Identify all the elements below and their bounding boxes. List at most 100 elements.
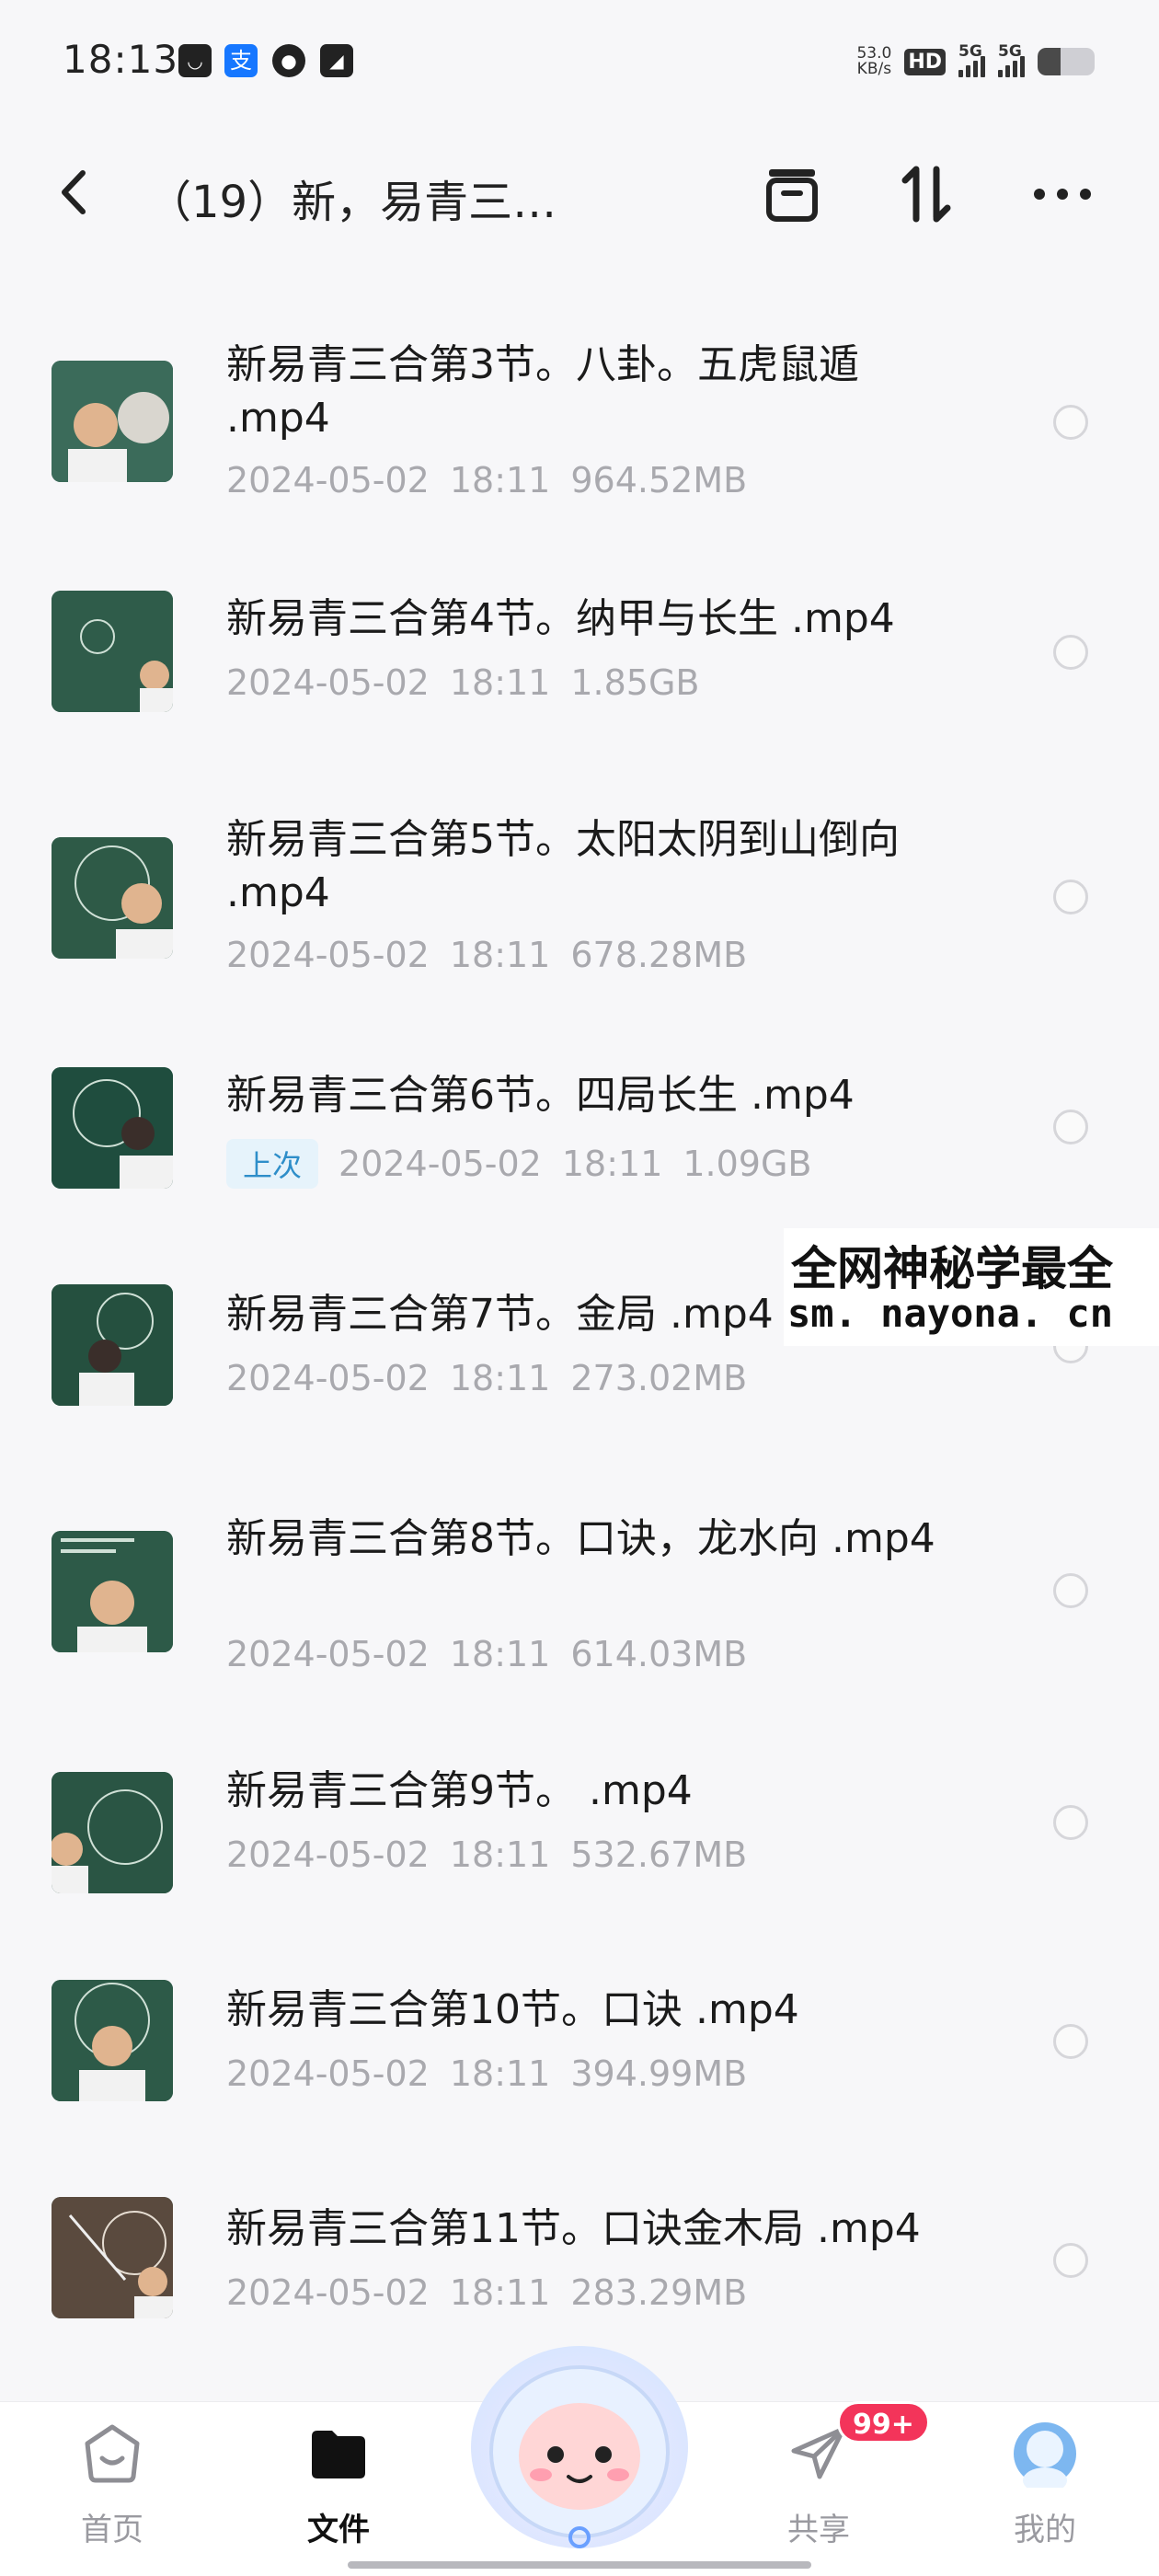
file-size: 614.03MB	[570, 1634, 748, 1674]
file-size: 394.99MB	[570, 2053, 748, 2094]
file-time: 18:11	[449, 662, 551, 703]
select-radio[interactable]	[1053, 880, 1088, 914]
file-size: 964.52MB	[570, 460, 748, 500]
file-name: 新易青三合第6节。四局长生 .mp4	[226, 1072, 855, 1119]
file-name: 新易青三合第4节。纳甲与长生 .mp4	[226, 595, 895, 642]
select-radio[interactable]	[1053, 635, 1088, 670]
nav-label-share: 共享	[787, 2512, 850, 2548]
file-name: 新易青三合第9节。 .mp4	[226, 1767, 693, 1814]
sim2-network-label: 5G	[998, 42, 1022, 61]
file-meta: 上次 2024-05-02 18:11 1.09GB	[226, 1139, 812, 1189]
nav-item-files[interactable]: 文件	[256, 2420, 421, 2558]
file-meta: 2024-05-02 18:11 1.85GB	[226, 662, 699, 703]
file-size: 273.02MB	[570, 1358, 748, 1398]
notification-app-icon: ◡	[178, 44, 212, 77]
video-thumbnail	[52, 1284, 173, 1406]
file-size: 1.85GB	[570, 662, 700, 703]
watermark-title: 全网神秘学最全	[791, 1242, 1113, 1295]
file-name: 新易青三合第5节。太阳太阴到山倒向 .mp4	[226, 816, 900, 916]
nav-label-files: 文件	[307, 2512, 370, 2548]
mascot-icon	[471, 2346, 688, 2548]
file-meta: 2024-05-02 18:11 394.99MB	[226, 2053, 747, 2094]
archive-icon	[766, 169, 818, 222]
more-button[interactable]	[1030, 162, 1095, 226]
file-date: 2024-05-02	[226, 2272, 430, 2313]
nav-item-home[interactable]: 首页	[29, 2420, 195, 2558]
sort-icon	[901, 166, 951, 223]
last-watched-badge: 上次	[226, 1139, 319, 1189]
file-meta: 2024-05-02 18:11 273.02MB	[226, 1358, 747, 1398]
video-thumbnail	[52, 361, 173, 482]
net-speed: 53.0 KB/s	[856, 46, 891, 77]
alipay-icon: 支	[224, 44, 258, 77]
status-bar: 18:13 ◡ 支 ● ◢ 53.0 KB/s HD 5G 5G	[0, 0, 1159, 120]
file-date: 2024-05-02	[226, 935, 430, 975]
file-time: 18:11	[449, 2053, 551, 2094]
watermark-url: sm. nayona. cn	[787, 1291, 1114, 1336]
select-radio[interactable]	[1053, 405, 1088, 440]
file-meta: 2024-05-02 18:11 964.52MB	[226, 460, 747, 500]
file-time: 18:11	[449, 1358, 551, 1398]
file-name: 新易青三合第3节。八卦。五虎鼠遁 .mp4	[226, 341, 859, 442]
video-thumbnail	[52, 1067, 173, 1189]
file-size: 532.67MB	[570, 1834, 748, 1875]
status-indicators: 53.0 KB/s HD 5G 5G	[856, 40, 1095, 83]
video-thumbnail	[52, 591, 173, 712]
file-meta: 2024-05-02 18:11 283.29MB	[226, 2272, 747, 2313]
home-icon	[85, 2424, 140, 2483]
signal-icon-sim1: 5G	[958, 42, 985, 77]
file-time: 18:11	[449, 1834, 551, 1875]
file-time: 18:11	[449, 2272, 551, 2313]
file-date: 2024-05-02	[226, 460, 430, 500]
video-thumbnail	[52, 1772, 173, 1893]
video-thumbnail	[52, 837, 173, 959]
nav-label-home: 首页	[81, 2512, 143, 2548]
profile-icon	[1014, 2422, 1076, 2488]
file-size: 678.28MB	[570, 935, 748, 975]
file-date: 2024-05-02	[339, 1144, 542, 1184]
file-name: 新易青三合第10节。口诀 .mp4	[226, 1986, 799, 2033]
page-title: （19）新，易青三…	[147, 177, 557, 228]
battery-level	[1038, 48, 1061, 75]
select-radio[interactable]	[1053, 1573, 1088, 1608]
select-radio[interactable]	[1053, 2243, 1088, 2278]
back-arrow-icon	[62, 170, 86, 214]
file-date: 2024-05-02	[226, 1358, 430, 1398]
battery-icon	[1038, 48, 1095, 75]
file-time: 18:11	[561, 1144, 663, 1184]
archive-button[interactable]	[760, 162, 824, 226]
file-time: 18:11	[449, 460, 551, 500]
notification-badge: 99+	[837, 2401, 930, 2444]
file-name: 新易青三合第11节。口诀金木局 .mp4	[226, 2205, 921, 2252]
video-thumbnail	[52, 2197, 173, 2318]
file-time: 18:11	[449, 935, 551, 975]
hd-icon: HD	[904, 48, 946, 75]
file-meta: 2024-05-02 18:11 614.03MB	[226, 1634, 747, 1674]
more-icon	[1034, 189, 1091, 200]
message-app-icon: ◢	[320, 44, 353, 77]
assistant-mascot-button[interactable]	[460, 2337, 699, 2567]
file-size: 283.29MB	[570, 2272, 748, 2313]
sim1-network-label: 5G	[958, 42, 982, 61]
back-button[interactable]	[52, 164, 99, 221]
watermark-overlay: 全网神秘学最全 sm. nayona. cn	[784, 1228, 1159, 1346]
file-meta: 2024-05-02 18:11 678.28MB	[226, 935, 747, 975]
nav-item-profile[interactable]: 我的	[962, 2420, 1128, 2558]
file-size: 1.09GB	[683, 1144, 812, 1184]
file-meta: 2024-05-02 18:11 532.67MB	[226, 1834, 747, 1875]
net-speed-unit: KB/s	[856, 60, 892, 78]
file-date: 2024-05-02	[226, 662, 430, 703]
folder-icon	[312, 2431, 365, 2478]
wechat-icon: ●	[272, 44, 305, 77]
select-radio[interactable]	[1053, 1110, 1088, 1144]
video-thumbnail	[52, 1980, 173, 2101]
sort-button[interactable]	[894, 162, 958, 226]
signal-icon-sim2: 5G	[998, 42, 1025, 77]
select-radio[interactable]	[1053, 1805, 1088, 1840]
select-radio[interactable]	[1053, 2024, 1088, 2059]
home-indicator[interactable]	[348, 2561, 811, 2569]
status-time: 18:13	[63, 37, 179, 82]
file-time: 18:11	[449, 1634, 551, 1674]
video-thumbnail	[52, 1531, 173, 1652]
nav-label-profile: 我的	[1014, 2512, 1076, 2548]
